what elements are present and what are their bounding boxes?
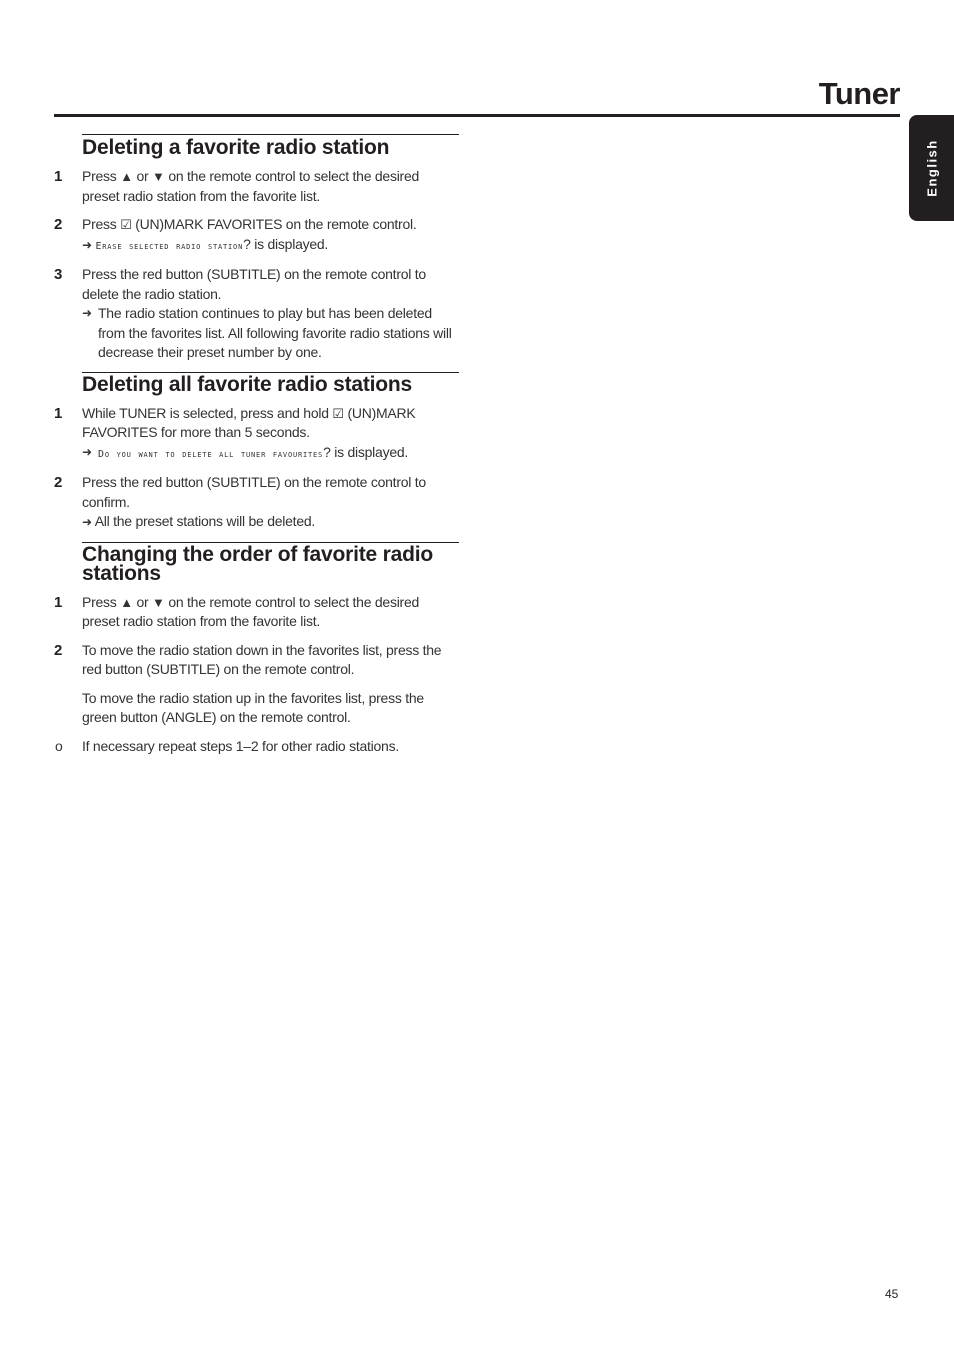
page-number: 45	[885, 1287, 899, 1301]
section-heading: Deleting all favorite radio stations	[82, 371, 459, 395]
section-deleting-all: Deleting all favorite radio stations 1 W…	[54, 371, 459, 533]
step-item: 2 Press ☑ (UN)MARK FAVORITES on the remo…	[54, 215, 459, 256]
page-title: Tuner	[818, 76, 901, 111]
step-item: 2 Press the red button (SUBTITLE) on the…	[54, 473, 459, 533]
step-list: 1 Press ▲ or ▼ on the remote control to …	[54, 167, 459, 363]
lcd-display-text: Do you want to delete all tuner favourit…	[98, 448, 324, 460]
step-number: 1	[54, 404, 63, 422]
step-number: 2	[54, 474, 63, 491]
step-item: 1 Press ▲ or ▼ on the remote control to …	[54, 593, 420, 630]
up-arrow-icon: ▲	[120, 594, 133, 610]
step-number: 1	[54, 168, 63, 185]
section-heading: Deleting a favorite radio station	[82, 134, 459, 159]
up-arrow-icon: ▲	[120, 169, 133, 184]
step-item: 1 While TUNER is selected, press and hol…	[54, 404, 459, 465]
step-result: ➜ Do you want to delete all tuner favouri…	[82, 443, 459, 465]
step-list: 1 Press ▲ or ▼ on the remote control to …	[54, 593, 459, 757]
step-item: 3 Press the red button (SUBTITLE) on the…	[54, 265, 459, 363]
step-item: 2 To move the radio station down in the …	[54, 641, 459, 728]
step-item: 1 Press ▲ or ▼ on the remote control to …	[54, 168, 420, 204]
title-rule	[54, 114, 900, 117]
step-result: ➜ All the preset stations will be delete…	[82, 513, 316, 529]
step-number: 1	[54, 593, 63, 611]
language-tab-label: English	[924, 139, 939, 197]
step-item: o If necessary repeat steps 1–2 for othe…	[54, 737, 459, 757]
step-result: ➜ The radio station continues to play but…	[82, 305, 452, 360]
circle-bullet-icon: o	[55, 737, 63, 754]
checkbox-icon: ☑	[120, 217, 132, 232]
section-changing-order: Changing the order of favorite radio sta…	[54, 541, 459, 757]
step-paragraph: To move the radio station up in the favo…	[82, 689, 424, 726]
down-arrow-icon: ▼	[152, 169, 165, 184]
language-tab: English	[909, 115, 954, 221]
result-arrow-icon: ➜	[82, 444, 92, 459]
checkbox-icon: ☑	[332, 405, 344, 421]
step-number: 3	[54, 266, 63, 283]
section-deleting-favorite: Deleting a favorite radio station 1 Pres…	[54, 134, 459, 363]
content-column: Deleting a favorite radio station 1 Pres…	[54, 134, 459, 765]
result-arrow-icon: ➜	[82, 306, 92, 320]
step-number: 2	[54, 216, 63, 233]
result-arrow-icon: ➜	[82, 237, 92, 252]
step-number: 2	[54, 641, 63, 659]
step-list: 1 While TUNER is selected, press and hol…	[54, 404, 459, 533]
lcd-display-text: Erase selected radio station	[95, 240, 244, 252]
result-arrow-icon: ➜	[82, 515, 92, 529]
step-result: ➜ Erase selected radio station? is displ…	[82, 235, 329, 252]
section-heading: Changing the order of favorite radio sta…	[82, 541, 459, 584]
down-arrow-icon: ▼	[152, 594, 165, 610]
